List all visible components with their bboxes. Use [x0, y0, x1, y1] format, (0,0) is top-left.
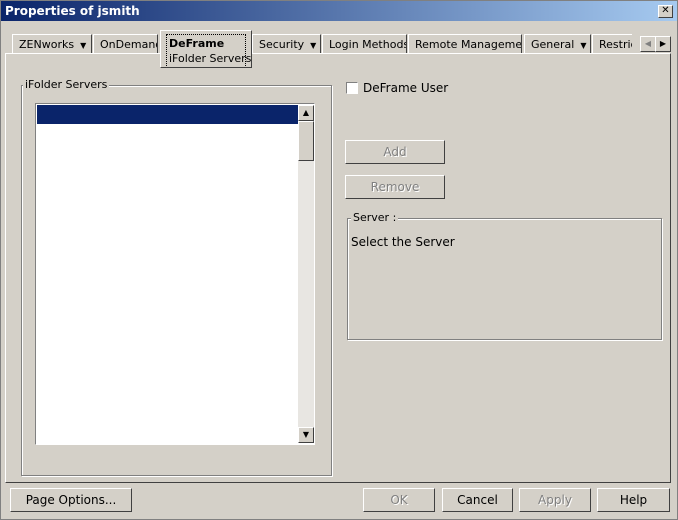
- deframe-user-label: DeFrame User: [363, 81, 449, 95]
- add-button[interactable]: Add: [345, 140, 445, 164]
- chevron-down-icon: ▼: [310, 41, 317, 50]
- scroll-down-icon[interactable]: ▼: [298, 427, 314, 443]
- page-options-button[interactable]: Page Options...: [10, 488, 132, 512]
- deframe-user-checkbox[interactable]: [346, 82, 358, 94]
- tab-label: DeFrame: [169, 37, 225, 50]
- close-button[interactable]: ✕: [658, 5, 673, 18]
- tab-scroll-right-button[interactable]: ▶: [655, 36, 671, 52]
- cancel-button[interactable]: Cancel: [442, 488, 513, 512]
- chevron-down-icon: ▼: [80, 41, 87, 50]
- tab-label: OnDemand: [100, 38, 158, 51]
- tab-zenworks[interactable]: ZENworks ▼: [12, 34, 92, 54]
- server-label: Server :: [351, 211, 399, 224]
- tab-deframe[interactable]: DeFrame iFolder Servers: [160, 30, 252, 68]
- scroll-up-icon[interactable]: ▲: [298, 105, 314, 121]
- ifolder-servers-label: iFolder Servers: [23, 78, 110, 91]
- remove-button[interactable]: Remove: [345, 175, 445, 199]
- help-button[interactable]: Help: [597, 488, 670, 512]
- tab-label: ZENworks: [19, 38, 75, 51]
- ifolder-servers-list[interactable]: ▲ ▼: [35, 103, 315, 445]
- ok-button[interactable]: OK: [363, 488, 435, 512]
- tab-restrictions[interactable]: Restric: [592, 34, 632, 54]
- tab-security[interactable]: Security ▼: [252, 34, 321, 54]
- tab-login-methods[interactable]: Login Methods: [322, 34, 407, 54]
- title-bar: Properties of jsmith: [1, 1, 677, 21]
- tab-label: General: [531, 38, 575, 51]
- tab-label: Restric: [599, 38, 632, 51]
- list-item-selected[interactable]: [37, 105, 298, 124]
- tab-label: Security: [259, 38, 305, 51]
- scrollbar[interactable]: ▲ ▼: [298, 105, 314, 443]
- tab-scroll-left-button[interactable]: ◀: [640, 36, 656, 52]
- apply-button[interactable]: Apply: [519, 488, 591, 512]
- tab-ondemand[interactable]: OnDemand: [93, 34, 158, 54]
- tab-label: Login Methods: [329, 38, 407, 51]
- chevron-down-icon: ▼: [580, 41, 587, 50]
- scroll-thumb[interactable]: [298, 121, 314, 161]
- tab-general[interactable]: General ▼: [524, 34, 591, 54]
- server-hint: Select the Server: [351, 235, 455, 249]
- tab-label: Remote Management: [415, 38, 522, 51]
- tab-remote-management[interactable]: Remote Management: [408, 34, 522, 54]
- window-title: Properties of jsmith: [5, 4, 140, 18]
- tab-sublabel: iFolder Servers: [169, 52, 252, 65]
